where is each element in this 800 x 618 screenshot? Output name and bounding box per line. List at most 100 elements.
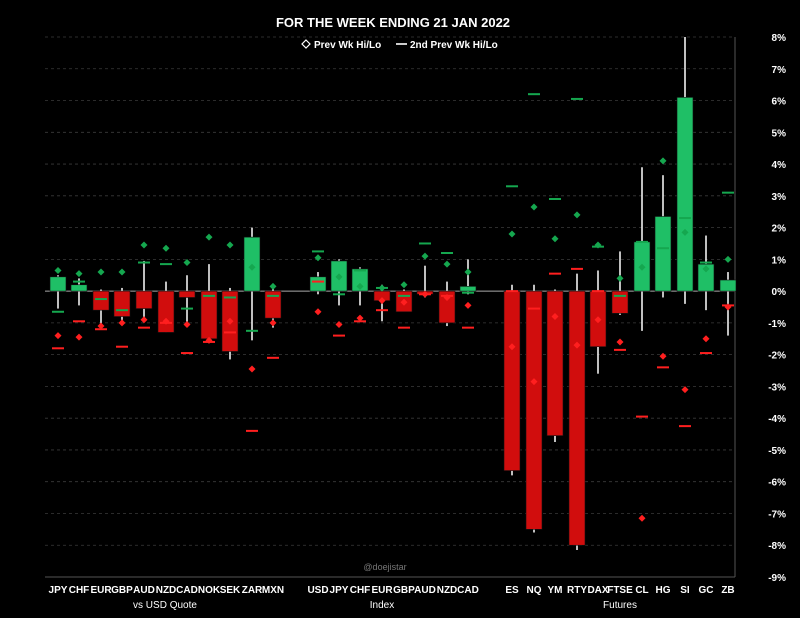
diamond-prev-hi bbox=[573, 211, 581, 219]
x-tick-label: SEK bbox=[220, 585, 241, 596]
y-tick-label: -8% bbox=[768, 541, 786, 552]
x-tick-label: AUD bbox=[414, 585, 436, 596]
y-tick-label: -3% bbox=[768, 382, 786, 393]
diamond-prev-hi bbox=[616, 274, 624, 282]
diamond-prev-lo bbox=[54, 332, 62, 340]
x-tick-label: ZB bbox=[721, 585, 734, 596]
diamond-prev-hi bbox=[205, 233, 213, 241]
diamond-prev-hi bbox=[54, 266, 62, 274]
legend-prev-wk: Prev Wk Hi/Lo bbox=[314, 40, 381, 51]
candle-cad bbox=[459, 286, 477, 292]
y-tick-label: -4% bbox=[768, 414, 786, 425]
x-tick-label: HG bbox=[656, 585, 671, 596]
candle-ftse bbox=[611, 290, 629, 314]
candle-aud bbox=[135, 290, 153, 309]
candle-nq bbox=[525, 290, 543, 530]
candles bbox=[49, 37, 737, 550]
y-tick-label: -5% bbox=[768, 446, 786, 457]
candle-rty bbox=[568, 290, 586, 546]
x-tick-label: JPY bbox=[330, 585, 349, 596]
y-tick-label: -2% bbox=[768, 351, 786, 362]
diamond-prev-hi bbox=[400, 281, 408, 289]
candle-usd bbox=[309, 276, 327, 292]
x-tick-label: NOK bbox=[198, 585, 221, 596]
diamond-prev-hi bbox=[659, 157, 667, 165]
x-tick-label: ZAR bbox=[242, 585, 263, 596]
diamond-prev-hi bbox=[269, 282, 277, 290]
x-tick-label: CHF bbox=[350, 585, 371, 596]
diamond-prev-hi bbox=[443, 260, 451, 268]
candle-si bbox=[676, 97, 694, 292]
diamond-prev-hi bbox=[508, 230, 516, 238]
diamond-prev-lo bbox=[659, 352, 667, 360]
candlestick-chart: 8% 7% 6% 5% 4% 3% 2% 1% 0% -1% -2% -3% -4% -5% -6% -7% -… bbox=[45, 15, 787, 611]
x-tick-label: GC bbox=[699, 585, 714, 596]
candle-chf bbox=[70, 284, 88, 292]
y-tick-label: 6% bbox=[772, 97, 787, 108]
candle-cad bbox=[178, 290, 196, 298]
y-tick-label: 8% bbox=[772, 33, 787, 44]
x-tick-label: GBP bbox=[111, 585, 133, 596]
diamond-prev-hi bbox=[97, 268, 105, 276]
diamond-prev-lo bbox=[702, 335, 710, 343]
candle-nzd bbox=[157, 290, 175, 333]
x-tick-label: EUR bbox=[371, 585, 393, 596]
prev-week-markers bbox=[52, 93, 734, 522]
candle-ym bbox=[546, 290, 564, 436]
watermark: @doejistar bbox=[363, 562, 406, 572]
x-tick-label: CAD bbox=[457, 585, 479, 596]
x-tick-label: ES bbox=[505, 585, 519, 596]
x-tick-label: AUD bbox=[133, 585, 155, 596]
y-tick-label: 5% bbox=[772, 128, 787, 139]
x-tick-label: DAX bbox=[587, 585, 608, 596]
legend: Prev Wk Hi/Lo 2nd Prev Wk Hi/Lo bbox=[301, 39, 498, 51]
x-tick-label: CL bbox=[635, 585, 648, 596]
diamond-prev-lo bbox=[335, 320, 343, 328]
group-label: Futures bbox=[603, 600, 637, 611]
diamond-prev-hi bbox=[314, 254, 322, 262]
x-tick-label: CHF bbox=[69, 585, 90, 596]
x-tick-label: JPY bbox=[49, 585, 68, 596]
candle-nok bbox=[200, 290, 218, 340]
legend-2nd-prev-wk: 2nd Prev Wk Hi/Lo bbox=[410, 40, 498, 51]
x-tick-label: NZD bbox=[437, 585, 458, 596]
diamond-prev-hi bbox=[75, 270, 83, 278]
category-labels: JPY CHF EUR GBP AUD NZD CAD NOK SEK ZAR MXNvs USD … bbox=[49, 585, 735, 611]
legend-diamond-icon bbox=[301, 39, 311, 49]
diamond-prev-hi bbox=[226, 241, 234, 249]
y-tick-label: -1% bbox=[768, 319, 786, 330]
y-tick-label: 3% bbox=[772, 192, 787, 203]
diamond-prev-lo bbox=[140, 316, 148, 324]
x-tick-label: RTY bbox=[567, 585, 587, 596]
y-tick-label: -7% bbox=[768, 509, 786, 520]
candle-jpy bbox=[49, 276, 67, 292]
chart-title: FOR THE WEEK ENDING 21 JAN 2022 bbox=[276, 15, 510, 30]
x-tick-label: CAD bbox=[176, 585, 198, 596]
y-tick-label: -6% bbox=[768, 478, 786, 489]
diamond-prev-lo bbox=[681, 386, 689, 394]
diamond-prev-hi bbox=[118, 268, 126, 276]
diamond-prev-hi bbox=[551, 235, 559, 243]
x-tick-label: NQ bbox=[527, 585, 542, 596]
candle-es bbox=[503, 290, 521, 471]
y-tick-label: 0% bbox=[772, 287, 787, 298]
x-tick-label: EUR bbox=[90, 585, 112, 596]
diamond-prev-hi bbox=[140, 241, 148, 249]
diamond-prev-lo bbox=[616, 338, 624, 346]
y-tick-label: -9% bbox=[768, 573, 786, 584]
diamond-prev-lo bbox=[118, 319, 126, 327]
x-tick-label: MXN bbox=[262, 585, 284, 596]
x-tick-label: USD bbox=[307, 585, 328, 596]
y-tick-label: 7% bbox=[772, 65, 787, 76]
x-tick-label: SI bbox=[680, 585, 690, 596]
diamond-prev-hi bbox=[421, 252, 429, 260]
y-tick-label: 4% bbox=[772, 160, 787, 171]
candle-gbp bbox=[113, 290, 131, 317]
diamond-prev-lo bbox=[183, 320, 191, 328]
x-tick-label: FTSE bbox=[607, 585, 633, 596]
group-label: vs USD Quote bbox=[133, 600, 197, 611]
diamond-prev-hi bbox=[162, 244, 170, 252]
x-tick-label: GBP bbox=[393, 585, 415, 596]
diamond-prev-hi bbox=[530, 203, 538, 211]
diamond-prev-lo bbox=[638, 514, 646, 522]
